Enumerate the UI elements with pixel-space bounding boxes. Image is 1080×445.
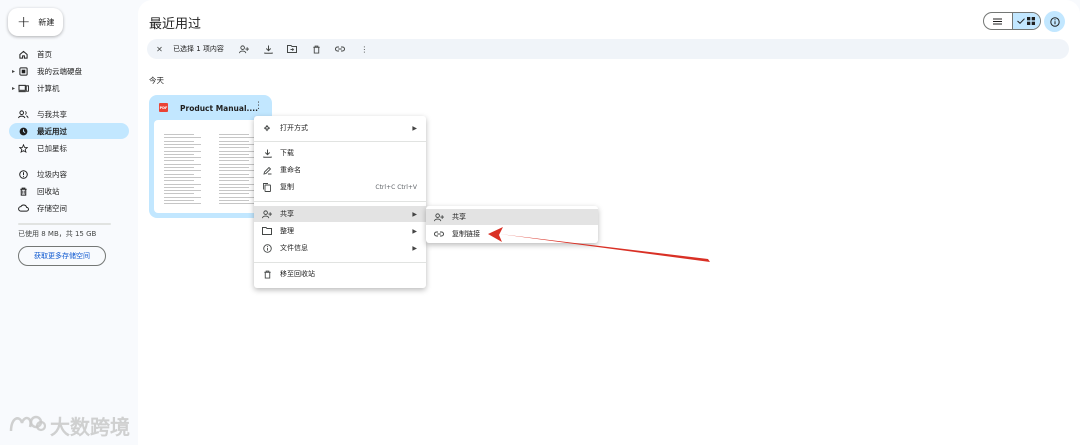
annotation-arrow-head	[488, 227, 503, 242]
watermark-logo-icon	[8, 413, 47, 439]
annotation-arrow	[488, 227, 710, 262]
watermark: 大数跨境	[8, 411, 130, 440]
annotation-arrow-shaft	[500, 234, 710, 262]
watermark-text: 大数跨境	[50, 415, 130, 439]
